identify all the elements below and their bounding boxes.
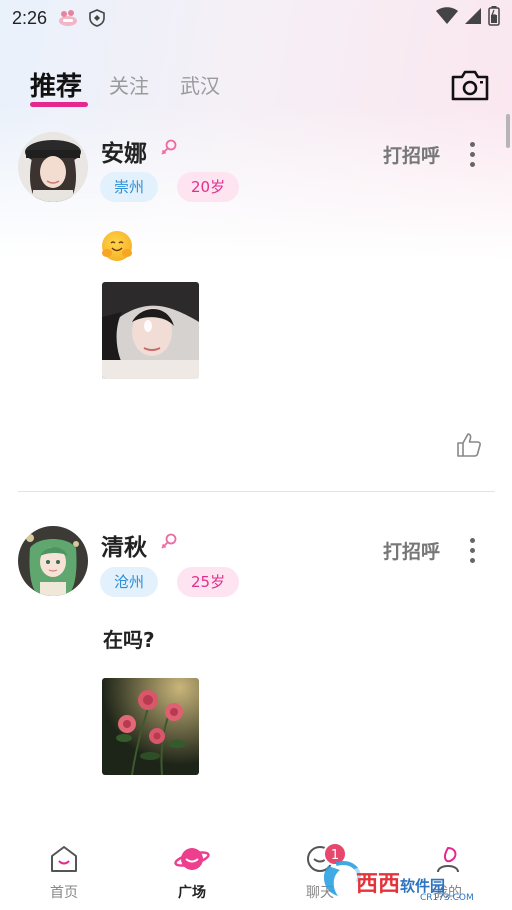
header-gradient xyxy=(0,0,512,260)
female-gender-icon xyxy=(160,532,178,554)
scrollbar[interactable] xyxy=(506,114,510,148)
nav-square-label: 广场 xyxy=(178,885,206,901)
user-name[interactable]: 清秋 xyxy=(101,528,147,562)
nav-square[interactable]: 广场 xyxy=(157,844,227,902)
signal-icon xyxy=(464,7,482,29)
active-tab-underline xyxy=(30,102,88,107)
greet-button[interactable]: 打招呼 xyxy=(383,537,440,564)
planet-icon xyxy=(174,848,210,878)
post-photo[interactable] xyxy=(102,282,199,379)
post-divider xyxy=(18,491,495,492)
nav-home-label: 首页 xyxy=(50,885,78,901)
battery-icon xyxy=(488,6,500,30)
app-notification-icon xyxy=(57,9,79,27)
greet-button[interactable]: 打招呼 xyxy=(383,141,440,168)
age-tag: 20岁 xyxy=(177,172,240,202)
nav-home[interactable]: 首页 xyxy=(29,844,99,902)
tab-recommend[interactable]: 推荐 xyxy=(30,66,82,103)
city-tag: 沧州 xyxy=(100,567,159,597)
user-name[interactable]: 安娜 xyxy=(101,134,147,168)
age-tag: 25岁 xyxy=(177,567,240,597)
hugging-face-emoji-icon xyxy=(102,231,132,261)
city-tag: 崇州 xyxy=(100,172,159,202)
tab-following[interactable]: 关注 xyxy=(109,70,149,99)
post-photo[interactable] xyxy=(102,678,199,775)
site-watermark: 西西软件园 CR173.COM xyxy=(322,858,492,903)
shield-icon xyxy=(89,9,105,27)
more-options-icon[interactable] xyxy=(470,142,476,172)
avatar[interactable] xyxy=(18,132,88,202)
status-time: 2:26 xyxy=(12,7,48,28)
camera-icon[interactable] xyxy=(450,68,490,106)
wifi-icon xyxy=(436,7,458,29)
tab-city[interactable]: 武汉 xyxy=(180,70,220,99)
status-bar: 2:26 xyxy=(0,0,512,36)
female-gender-icon xyxy=(160,138,178,160)
svg-text:CR173.COM: CR173.COM xyxy=(420,893,474,902)
avatar[interactable] xyxy=(18,526,88,596)
more-options-icon[interactable] xyxy=(470,538,476,568)
home-icon xyxy=(48,846,80,878)
top-tabs: 推荐 关注 武汉 xyxy=(0,64,512,114)
post-text: 在吗? xyxy=(103,628,155,652)
like-icon[interactable] xyxy=(456,432,482,462)
